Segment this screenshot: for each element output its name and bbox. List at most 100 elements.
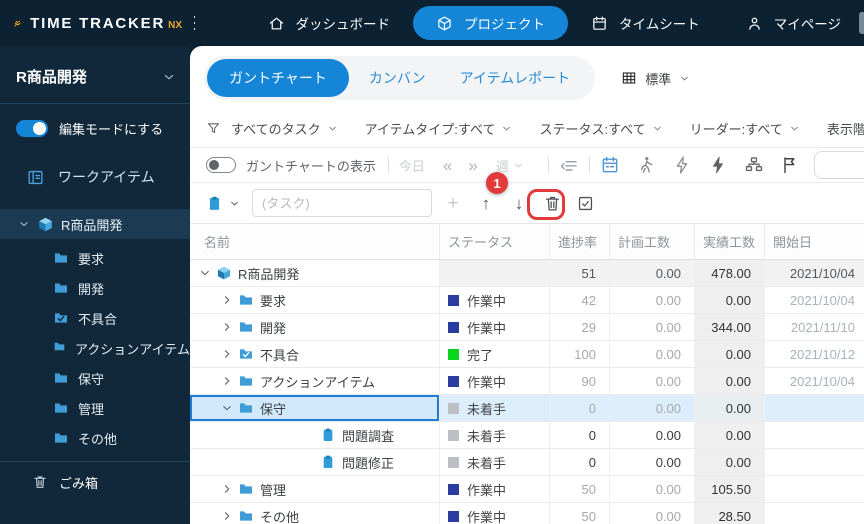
row-name-cell[interactable]: 要求 — [190, 287, 440, 313]
filter-dropdown[interactable]: ステータス:すべて — [539, 119, 662, 138]
row-actual-effort-cell[interactable]: 0.00 — [695, 368, 765, 394]
row-start-date-cell[interactable] — [765, 503, 864, 524]
row-progress-cell[interactable]: 0 — [550, 422, 610, 448]
project-selector[interactable]: R商品開発 — [0, 46, 190, 104]
sidebar-item-workitems[interactable]: ワークアイテム — [0, 153, 190, 203]
row-actual-effort-cell[interactable]: 478.00 — [695, 260, 765, 286]
move-down-button[interactable]: ↓ — [507, 191, 531, 215]
tab-gantt-chart[interactable]: ガントチャート — [207, 59, 349, 97]
move-up-button[interactable]: ↑ — [474, 191, 498, 215]
column-header[interactable]: 実績工数 — [695, 224, 765, 259]
next-period-button[interactable]: » — [468, 157, 477, 174]
column-header[interactable]: 進捗率 — [550, 224, 610, 259]
row-name-cell[interactable]: 不具合 — [190, 341, 440, 367]
row-actual-effort-cell[interactable]: 344.00 — [695, 314, 765, 340]
row-status-cell[interactable] — [440, 260, 550, 286]
nav-item-project[interactable]: プロジェクト — [413, 6, 569, 40]
edit-mode-toggle[interactable] — [16, 120, 48, 137]
table-row[interactable]: R商品開発 51 0.00 478.00 2021/10/04 — [190, 260, 864, 287]
sidebar-item-trash[interactable]: ごみ箱 — [0, 462, 190, 502]
row-name-cell[interactable]: アクションアイテム — [190, 368, 440, 394]
row-status-cell[interactable]: 完了 — [440, 341, 550, 367]
row-start-date-cell[interactable] — [765, 449, 864, 475]
filter-dropdown[interactable]: リーダー:すべて — [690, 119, 800, 138]
row-start-date-cell[interactable]: 2021/10/04 — [765, 287, 864, 313]
column-header[interactable]: 名前 — [190, 224, 440, 259]
row-start-date-cell[interactable]: 2021/10/04 — [765, 368, 864, 394]
nav-item-mypage[interactable]: マイページ — [723, 6, 864, 40]
column-header[interactable]: ステータス — [440, 224, 550, 259]
row-name-cell[interactable]: 開発 — [190, 314, 440, 340]
filter-funnel-icon[interactable] — [206, 121, 221, 136]
row-planned-effort-cell[interactable]: 0.00 — [610, 314, 695, 340]
row-actual-effort-cell[interactable]: 0.00 — [695, 422, 765, 448]
row-name-cell[interactable]: 問題修正 — [190, 449, 440, 475]
table-row[interactable]: その他 作業中 50 0.00 28.50 — [190, 503, 864, 524]
bolt-outline-icon[interactable] — [672, 155, 692, 175]
column-header[interactable]: 開始日 — [765, 224, 864, 259]
chevron-right-icon[interactable] — [220, 347, 234, 361]
row-planned-effort-cell[interactable]: 0.00 — [610, 341, 695, 367]
table-row[interactable]: 管理 作業中 50 0.00 105.50 — [190, 476, 864, 503]
nav-item-dashboard[interactable]: ダッシュボード — [245, 6, 414, 40]
row-actual-effort-cell[interactable]: 0.00 — [695, 449, 765, 475]
table-row[interactable]: アクションアイテム 作業中 90 0.00 0.00 2021/10/04 — [190, 368, 864, 395]
sidebar-tree-root-project[interactable]: R商品開発 — [0, 209, 190, 239]
sidebar-folder-item[interactable]: 不具合 — [0, 303, 190, 333]
row-actual-effort-cell[interactable]: 0.00 — [695, 395, 765, 421]
row-status-cell[interactable]: 未着手 — [440, 395, 550, 421]
row-progress-cell[interactable]: 51 — [550, 260, 610, 286]
sidebar-folder-item[interactable]: その他 — [0, 423, 190, 453]
hierarchy-icon[interactable] — [744, 155, 764, 175]
row-name-cell[interactable]: 保守 — [190, 395, 440, 421]
table-row[interactable]: 問題調査 未着手 0 0.00 0.00 — [190, 422, 864, 449]
row-start-date-cell[interactable] — [765, 476, 864, 502]
flag-icon[interactable] — [780, 155, 800, 175]
chevron-down-icon[interactable] — [18, 218, 30, 230]
table-row[interactable]: 保守 未着手 0 0.00 0.00 — [190, 395, 864, 422]
row-progress-cell[interactable]: 50 — [550, 503, 610, 524]
sidebar-folder-item[interactable]: 管理 — [0, 393, 190, 423]
new-task-input[interactable] — [252, 189, 432, 217]
row-status-cell[interactable]: 作業中 — [440, 287, 550, 313]
bolt-filled-icon[interactable] — [708, 155, 728, 175]
row-planned-effort-cell[interactable]: 0.00 — [610, 422, 695, 448]
today-button[interactable]: 今日 — [399, 156, 425, 175]
delete-button[interactable] — [540, 191, 564, 215]
row-status-cell[interactable]: 未着手 — [440, 449, 550, 475]
row-progress-cell[interactable]: 0 — [550, 449, 610, 475]
row-actual-effort-cell[interactable]: 28.50 — [695, 503, 765, 524]
row-progress-cell[interactable]: 0 — [550, 395, 610, 421]
table-row[interactable]: 問題修正 未着手 0 0.00 0.00 — [190, 449, 864, 476]
row-planned-effort-cell[interactable]: 0.00 — [610, 260, 695, 286]
row-start-date-cell[interactable] — [765, 395, 864, 421]
chevron-right-icon[interactable] — [220, 320, 234, 334]
row-planned-effort-cell[interactable]: 0.00 — [610, 503, 695, 524]
row-planned-effort-cell[interactable]: 0.00 — [610, 368, 695, 394]
calendar-icon[interactable] — [600, 155, 620, 175]
row-status-cell[interactable]: 作業中 — [440, 503, 550, 524]
chevron-right-icon[interactable] — [220, 293, 234, 307]
add-task-button[interactable]: + — [441, 191, 465, 215]
row-status-cell[interactable]: 作業中 — [440, 476, 550, 502]
sidebar-folder-item[interactable]: 保守 — [0, 363, 190, 393]
toolbar-search-box[interactable] — [814, 151, 864, 179]
chevron-right-icon[interactable] — [220, 482, 234, 496]
edit-mode-toggle-row[interactable]: 編集モードにする — [0, 104, 190, 153]
row-planned-effort-cell[interactable]: 0.00 — [610, 449, 695, 475]
chevron-right-icon[interactable] — [220, 374, 234, 388]
tab-item-report[interactable]: アイテムレポート — [443, 68, 588, 88]
row-progress-cell[interactable]: 50 — [550, 476, 610, 502]
filter-dropdown[interactable]: すべてのタスク — [231, 119, 338, 138]
complete-task-button[interactable] — [573, 191, 597, 215]
row-name-cell[interactable]: R商品開発 — [190, 260, 440, 286]
row-start-date-cell[interactable]: 2021/10/12 — [765, 341, 864, 367]
row-status-cell[interactable]: 作業中 — [440, 368, 550, 394]
sidebar-folder-item[interactable]: 要求 — [0, 243, 190, 273]
row-start-date-cell[interactable]: 2021/10/04 — [765, 260, 864, 286]
milestone-icon[interactable] — [559, 155, 579, 175]
row-status-cell[interactable]: 作業中 — [440, 314, 550, 340]
prev-period-button[interactable]: « — [443, 157, 452, 174]
row-start-date-cell[interactable] — [765, 422, 864, 448]
filter-dropdown[interactable]: アイテムタイプ:すべて — [365, 119, 513, 138]
